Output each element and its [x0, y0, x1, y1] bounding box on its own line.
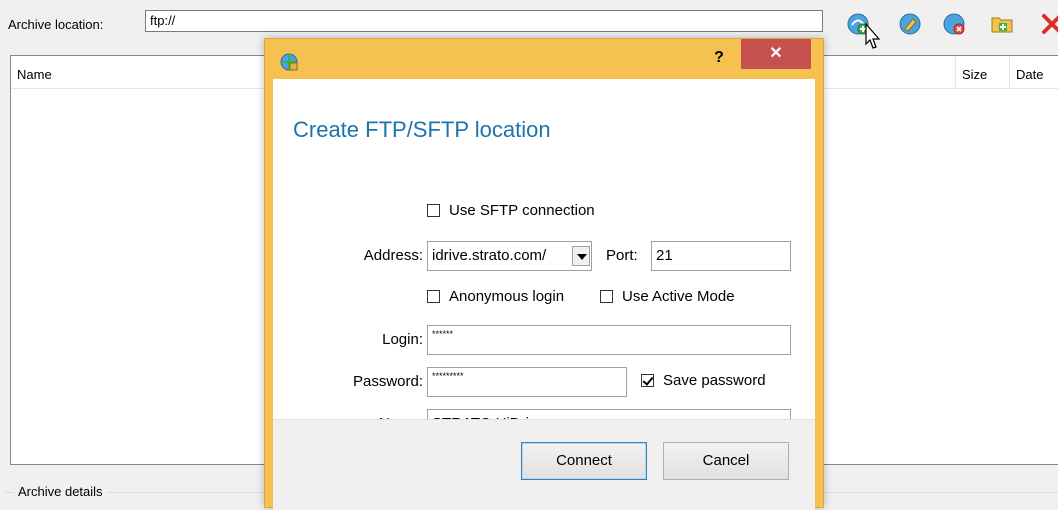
- dialog-heading: Create FTP/SFTP location: [293, 117, 551, 142]
- anonymous-login-checkbox[interactable]: Anonymous login: [427, 287, 564, 305]
- cancel-button[interactable]: Cancel: [663, 442, 789, 480]
- app-icon: [279, 52, 299, 72]
- connect-button[interactable]: Connect: [521, 442, 647, 480]
- active-mode-checkbox[interactable]: Use Active Mode: [600, 287, 735, 305]
- active-mode-label: Use Active Mode: [622, 287, 735, 305]
- checkbox-box[interactable]: [641, 373, 654, 387]
- port-label: Port:: [606, 247, 638, 264]
- delete-icon[interactable]: [1040, 12, 1058, 36]
- password-label: Password:: [352, 373, 423, 390]
- save-password-label: Save password: [663, 371, 766, 389]
- help-button[interactable]: ?: [709, 47, 729, 69]
- mouse-cursor-icon: [858, 22, 884, 54]
- dialog-content: Create FTP/SFTP location Use SFTP connec…: [273, 79, 815, 510]
- dialog-footer: Connect Cancel: [273, 419, 815, 510]
- checkbox-box[interactable]: [427, 289, 440, 303]
- remove-location-icon[interactable]: [942, 12, 966, 36]
- column-header-name[interactable]: Name: [11, 56, 266, 89]
- save-password-checkbox[interactable]: Save password: [641, 371, 766, 389]
- address-value: idrive.strato.com/: [432, 247, 547, 264]
- chevron-down-icon[interactable]: [572, 246, 590, 266]
- use-sftp-label: Use SFTP connection: [449, 201, 595, 219]
- anonymous-login-label: Anonymous login: [449, 287, 565, 305]
- new-folder-icon[interactable]: [990, 12, 1014, 36]
- login-input[interactable]: ******: [427, 325, 791, 355]
- port-input[interactable]: 21: [651, 241, 791, 271]
- archive-details-label: Archive details: [14, 484, 107, 499]
- address-label: Address:: [363, 247, 423, 264]
- password-input[interactable]: *********: [427, 367, 627, 397]
- column-header-date[interactable]: Date: [1010, 56, 1058, 89]
- edit-location-icon[interactable]: [898, 12, 922, 36]
- create-ftp-dialog: ? ✕ Create FTP/SFTP location Use SFTP co…: [264, 38, 824, 510]
- address-combobox[interactable]: idrive.strato.com/: [427, 241, 592, 271]
- use-sftp-checkbox[interactable]: Use SFTP connection: [427, 201, 595, 219]
- login-label: Login:: [382, 331, 423, 348]
- archive-location-input[interactable]: ftp://: [145, 10, 823, 32]
- checkbox-box[interactable]: [427, 203, 440, 217]
- dialog-titlebar[interactable]: ? ✕: [265, 39, 823, 79]
- column-header-size[interactable]: Size: [956, 56, 1010, 89]
- archive-location-label: Archive location:: [8, 17, 104, 32]
- checkbox-box[interactable]: [600, 289, 613, 303]
- close-button[interactable]: ✕: [741, 39, 811, 69]
